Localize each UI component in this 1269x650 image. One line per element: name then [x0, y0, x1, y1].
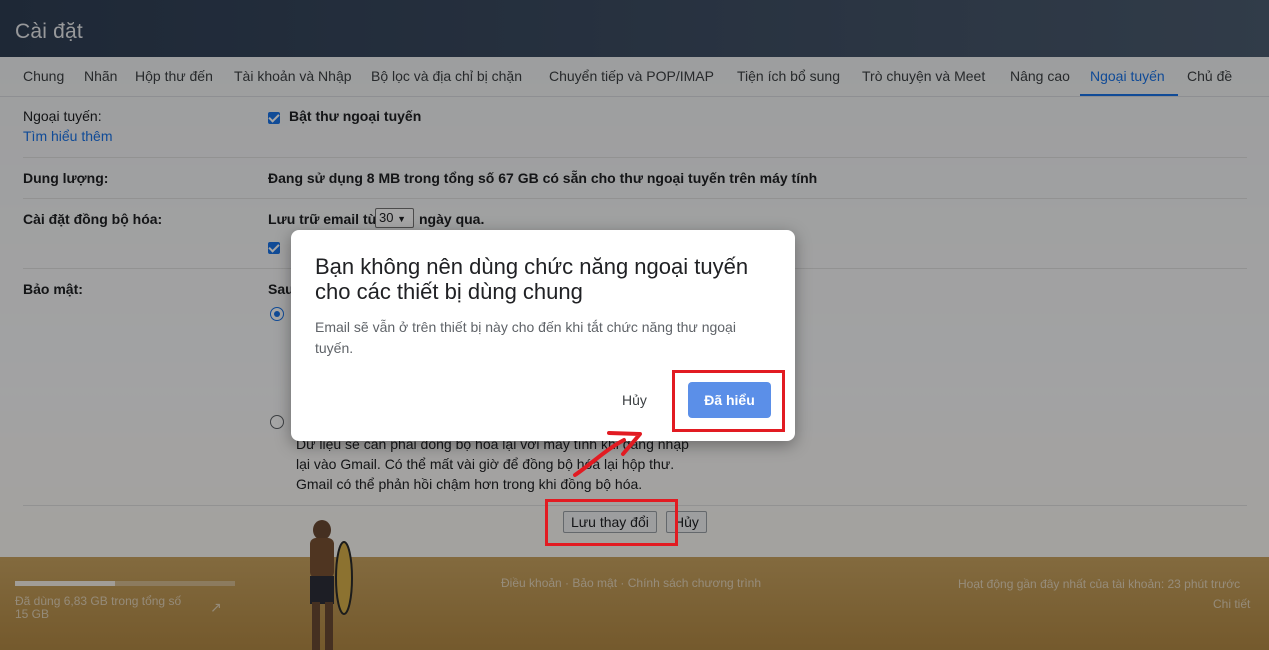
highlight-box-ok: [672, 370, 785, 432]
dialog-body: Email sẽ vẫn ở trên thiết bị này cho đến…: [315, 319, 736, 356]
annotation-arrow-icon: [573, 431, 642, 477]
dialog-cancel-button[interactable]: Hủy: [618, 390, 651, 410]
dialog-title: Bạn không nên dùng chức năng ngoại tuyến…: [315, 254, 749, 304]
highlight-box-save: [545, 499, 678, 546]
